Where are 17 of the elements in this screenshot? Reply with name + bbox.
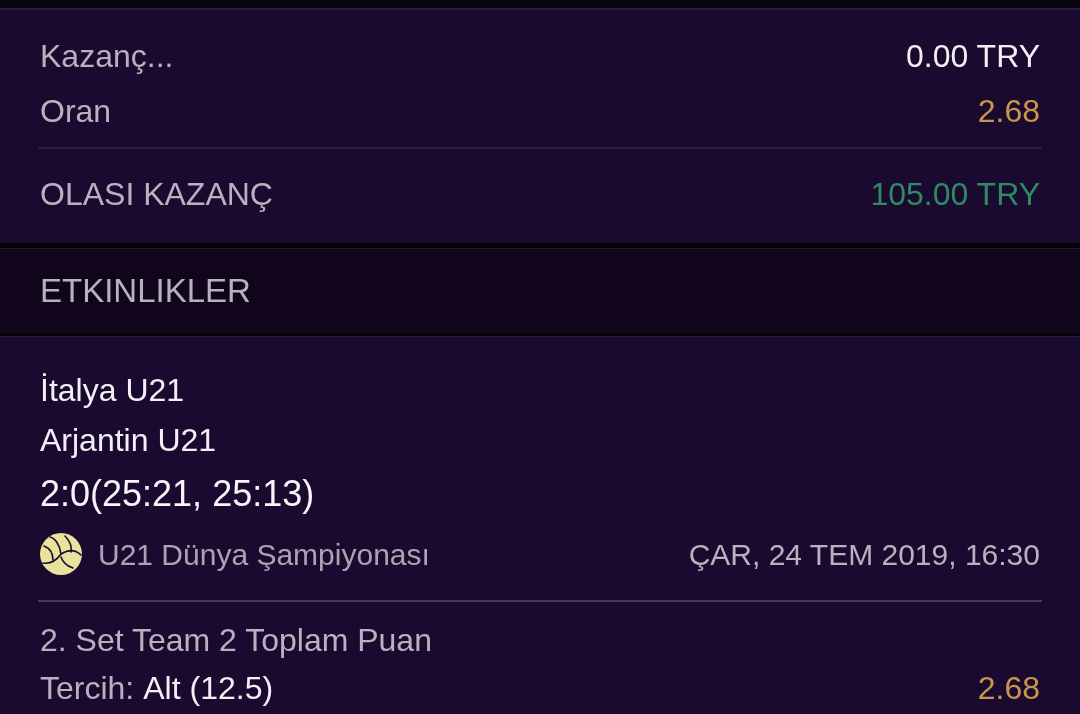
section-title: ETKINLIKLER — [40, 271, 251, 312]
amount-value: 0.00 TRY — [906, 36, 1040, 76]
row-label: Oran — [40, 91, 112, 131]
potential-win-value: 105.00 TRY — [870, 175, 1040, 214]
market-name: 2. Set Team 2 Toplam Puan — [40, 621, 432, 660]
team-name: Arjantin U21 — [40, 421, 217, 460]
pick-value: Alt (12.5) — [143, 669, 274, 708]
pick-label: Tercih: — [40, 669, 135, 708]
team-name: İtalya U21 — [40, 371, 185, 410]
league-name: U21 Dünya Şampiyonası — [98, 536, 430, 573]
volleyball-icon — [40, 533, 82, 575]
potential-win-label: OLASI KAZANÇ — [40, 175, 273, 214]
row-label: Kazanç... — [40, 36, 174, 76]
odds-value: 2.68 — [977, 669, 1040, 708]
odds-value: 2.68 — [977, 91, 1040, 131]
match-score: 2:0(25:21, 25:13) — [40, 472, 315, 516]
match-datetime: ÇAR, 24 TEM 2019, 16:30 — [688, 536, 1040, 573]
